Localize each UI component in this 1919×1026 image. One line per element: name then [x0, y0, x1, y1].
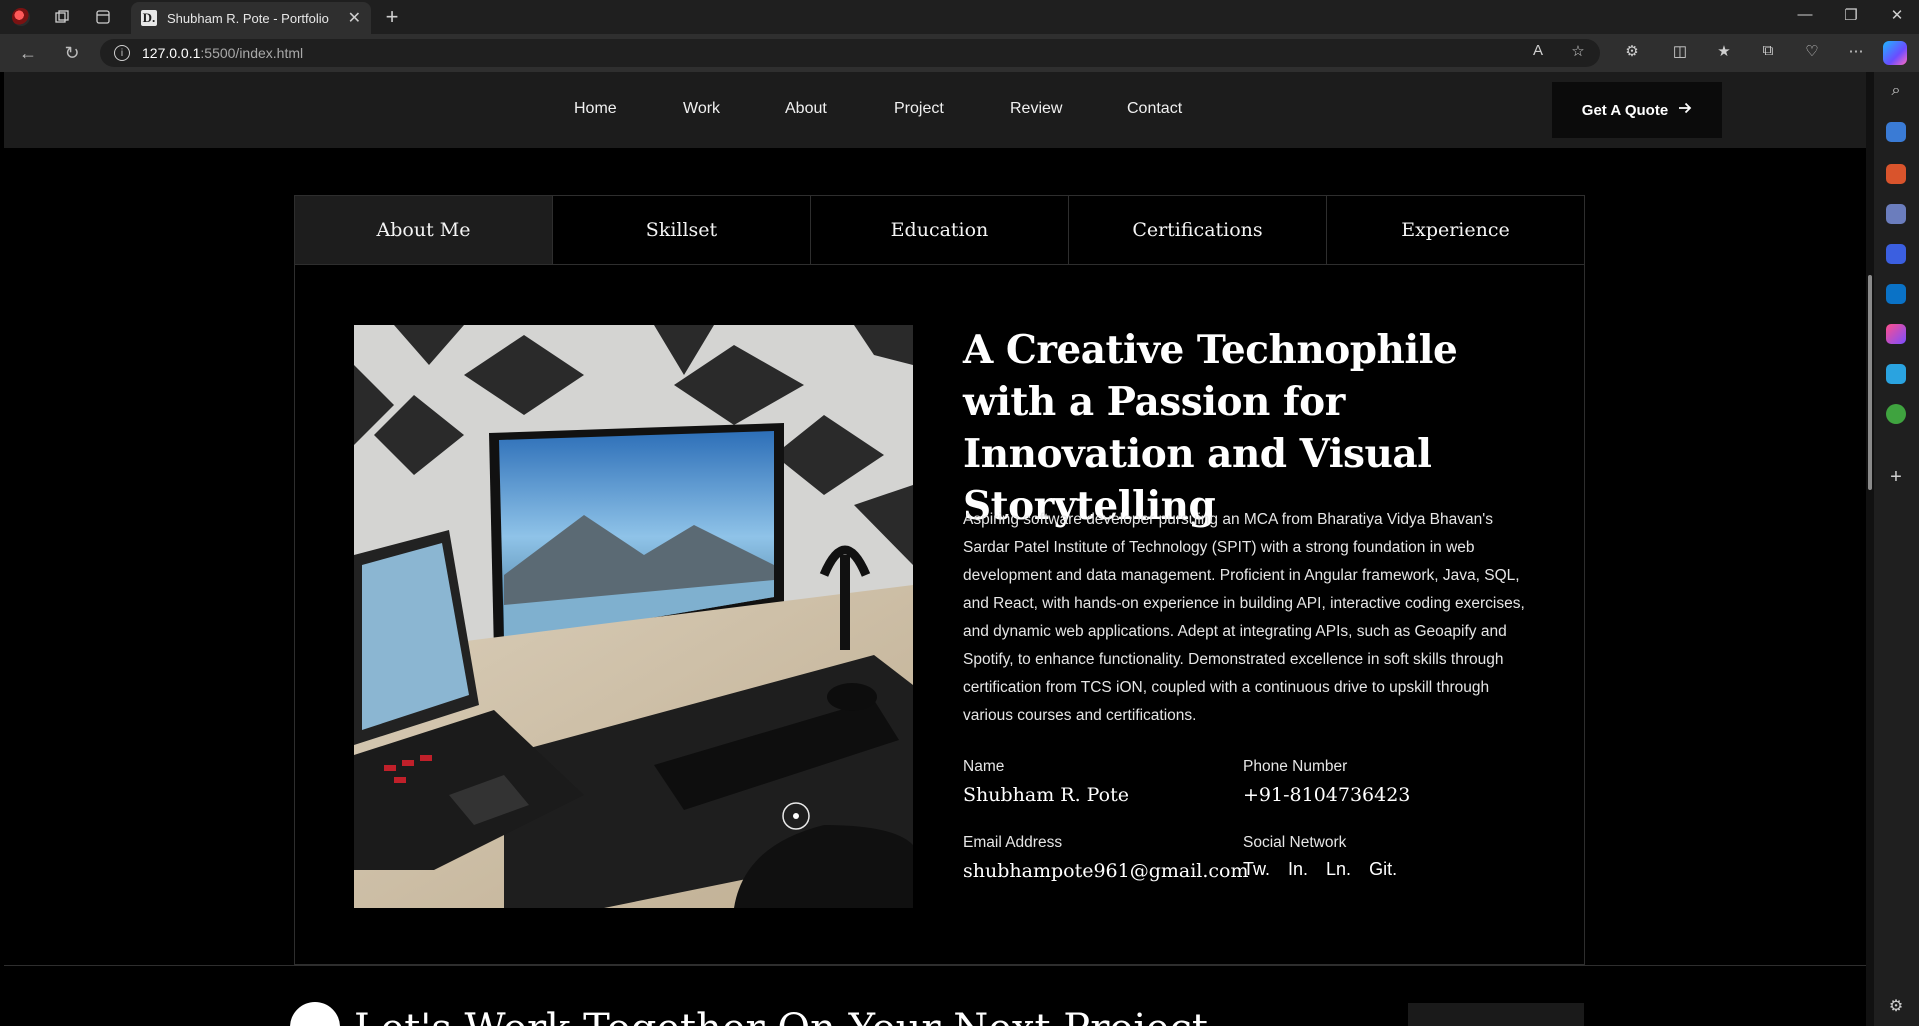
- address-toolbar: ← ↻ i 127.0.0.1 :5500/index.html A ☆ ⚙ ◫…: [0, 34, 1919, 72]
- favorites-icon[interactable]: ★: [1712, 42, 1736, 60]
- name-label: Name: [963, 758, 1005, 775]
- decorative-circle-icon: [290, 1002, 340, 1026]
- email-label: Email Address: [963, 834, 1063, 851]
- workspaces-icon[interactable]: [51, 6, 73, 28]
- nav-home[interactable]: Home: [574, 100, 617, 118]
- get-a-quote-button[interactable]: Get A Quote: [1552, 82, 1722, 138]
- social-linkedin-link[interactable]: Ln.: [1326, 859, 1351, 880]
- url-path: :5500/index.html: [200, 45, 304, 61]
- social-links: Tw. In. Ln. Git.: [1243, 859, 1397, 880]
- site-info-icon[interactable]: i: [114, 45, 130, 61]
- tools-briefcase-icon[interactable]: [1886, 164, 1906, 184]
- profile-icon[interactable]: [10, 6, 32, 28]
- scrollbar-thumb[interactable]: [1868, 275, 1872, 490]
- search-icon[interactable]: ⌕: [1886, 82, 1906, 100]
- back-icon[interactable]: ←: [16, 42, 40, 64]
- new-tab-icon[interactable]: +: [380, 4, 404, 29]
- nav-project[interactable]: Project: [894, 100, 944, 118]
- social-label: Social Network: [1243, 834, 1347, 851]
- shopping-tag-icon[interactable]: [1886, 122, 1906, 142]
- favorite-star-icon[interactable]: ☆: [1566, 42, 1590, 60]
- tab-certifications[interactable]: Certifications: [1069, 196, 1327, 264]
- about-panel: About Me Skillset Education Certificatio…: [294, 195, 1585, 965]
- about-headline: A Creative Technophile with a Passion fo…: [963, 327, 1458, 529]
- collections-icon[interactable]: ⧉: [1756, 42, 1780, 59]
- nav-about[interactable]: About: [785, 100, 827, 118]
- close-window-icon[interactable]: ✕: [1882, 6, 1912, 24]
- tab-title: Shubham R. Pote - Portfolio: [167, 10, 329, 26]
- about-bio: Aspiring software developer pursuing an …: [963, 511, 1525, 724]
- tab-skillset[interactable]: Skillset: [553, 196, 811, 264]
- page-scrollbar[interactable]: [1866, 72, 1874, 1026]
- add-sidebar-app-icon[interactable]: +: [1886, 466, 1906, 489]
- site-favicon-icon: D.: [141, 10, 157, 26]
- url-host: 127.0.0.1: [142, 45, 201, 61]
- nav-review[interactable]: Review: [1010, 100, 1062, 118]
- nav-work[interactable]: Work: [683, 100, 720, 118]
- browser-essentials-icon[interactable]: ♡: [1800, 42, 1824, 60]
- cta-section-button[interactable]: [1408, 1003, 1584, 1026]
- cta-section: Let's Work Together On Your Next Project: [4, 965, 1866, 1026]
- social-instagram-link[interactable]: In.: [1288, 859, 1308, 880]
- tab-about-me[interactable]: About Me: [295, 196, 553, 264]
- desk-setup-photo: [354, 325, 913, 908]
- copilot-app-icon[interactable]: [1886, 244, 1906, 264]
- address-bar[interactable]: i 127.0.0.1 :5500/index.html: [100, 39, 1600, 67]
- designer-icon[interactable]: [1886, 324, 1906, 344]
- email-value: shubhampote961@gmail.com: [963, 860, 1249, 882]
- social-twitter-link[interactable]: Tw.: [1243, 859, 1270, 880]
- phone-label: Phone Number: [1243, 758, 1348, 775]
- browser-tab-active[interactable]: D. Shubham R. Pote - Portfolio ✕: [131, 2, 371, 34]
- social-github-link[interactable]: Git.: [1369, 859, 1397, 880]
- tree-icon[interactable]: [1886, 404, 1906, 424]
- browser-tab-bar: D. Shubham R. Pote - Portfolio ✕ + — ❐ ✕: [0, 0, 1919, 34]
- get-a-quote-label: Get A Quote: [1581, 101, 1669, 119]
- cta-section-title: Let's Work Together On Your Next Project: [354, 1006, 1208, 1026]
- phone-value: +91-8104736423: [1243, 784, 1411, 806]
- restore-icon[interactable]: ❐: [1836, 6, 1866, 24]
- minimize-icon[interactable]: —: [1790, 6, 1820, 23]
- read-aloud-icon[interactable]: A: [1526, 42, 1550, 59]
- games-icon[interactable]: [1886, 204, 1906, 224]
- web-page: Home Work About Project Review Contact G…: [4, 72, 1866, 1026]
- arrow-right-icon: [1678, 101, 1692, 119]
- refresh-icon[interactable]: ↻: [60, 42, 84, 64]
- copilot-icon[interactable]: [1883, 41, 1907, 65]
- telegram-icon[interactable]: [1886, 364, 1906, 384]
- about-tabs: About Me Skillset Education Certificatio…: [295, 196, 1584, 265]
- outlook-icon[interactable]: [1886, 284, 1906, 304]
- extensions-icon[interactable]: ⚙: [1620, 42, 1644, 60]
- tab-education[interactable]: Education: [811, 196, 1069, 264]
- site-header: Home Work About Project Review Contact G…: [4, 72, 1866, 148]
- tab-actions-icon[interactable]: [92, 6, 114, 28]
- sidebar-settings-icon[interactable]: ⚙: [1886, 996, 1906, 1016]
- close-tab-icon[interactable]: ✕: [348, 8, 361, 28]
- browser-sidebar: ⌕ + ⚙: [1874, 72, 1919, 1026]
- more-options-icon[interactable]: ⋯: [1844, 42, 1868, 60]
- tab-experience[interactable]: Experience: [1327, 196, 1584, 264]
- name-value: Shubham R. Pote: [963, 784, 1129, 806]
- split-screen-icon[interactable]: ◫: [1668, 42, 1692, 60]
- nav-contact[interactable]: Contact: [1127, 100, 1182, 118]
